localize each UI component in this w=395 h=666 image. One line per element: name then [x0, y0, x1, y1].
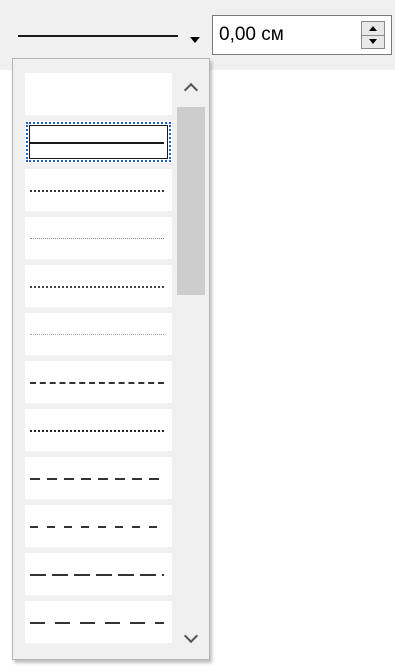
- line-style-item-continuous[interactable]: [25, 121, 172, 163]
- line-style-item-long-dash[interactable]: [25, 553, 172, 595]
- line-sample: [30, 574, 164, 576]
- line-sample: [30, 334, 164, 335]
- line-sample: [30, 238, 164, 239]
- line-width-spinbox[interactable]: [212, 15, 392, 55]
- line-style-item-long-dash-sparse[interactable]: [25, 601, 172, 643]
- line-sample: [30, 526, 164, 528]
- spin-down-icon[interactable]: [362, 35, 384, 48]
- line-style-item-dot-fine[interactable]: [25, 169, 172, 211]
- line-style-item-dot-light[interactable]: [25, 217, 172, 259]
- line-style-item-dot[interactable]: [25, 265, 172, 307]
- line-sample: [30, 142, 164, 144]
- dropdown-arrow-icon[interactable]: [188, 33, 202, 47]
- line-sample: [30, 382, 164, 384]
- line-style-popup: [12, 58, 210, 660]
- chevron-up-icon[interactable]: [176, 73, 206, 103]
- line-style-item-dash-sparse[interactable]: [25, 505, 172, 547]
- line-style-item-dash[interactable]: [25, 457, 172, 499]
- list-scrollbar[interactable]: [176, 73, 206, 653]
- line-style-item-none[interactable]: [25, 73, 172, 115]
- line-sample: [30, 622, 164, 624]
- selected-line-preview: [18, 35, 178, 37]
- line-style-combo[interactable]: [12, 17, 202, 55]
- line-width-input[interactable]: [219, 22, 349, 48]
- line-style-item-dash-dot-fine[interactable]: [25, 409, 172, 451]
- scrollbar-thumb[interactable]: [177, 107, 205, 295]
- spin-buttons: [361, 21, 385, 49]
- chevron-down-icon[interactable]: [176, 623, 206, 653]
- line-sample: [30, 286, 164, 288]
- spin-up-icon[interactable]: [362, 22, 384, 36]
- line-sample: [30, 430, 164, 432]
- line-style-list[interactable]: [25, 73, 172, 653]
- line-sample: [30, 190, 164, 192]
- line-style-item-dash-fine[interactable]: [25, 361, 172, 403]
- line-sample: [30, 478, 164, 480]
- line-style-item-dot-sparse[interactable]: [25, 313, 172, 355]
